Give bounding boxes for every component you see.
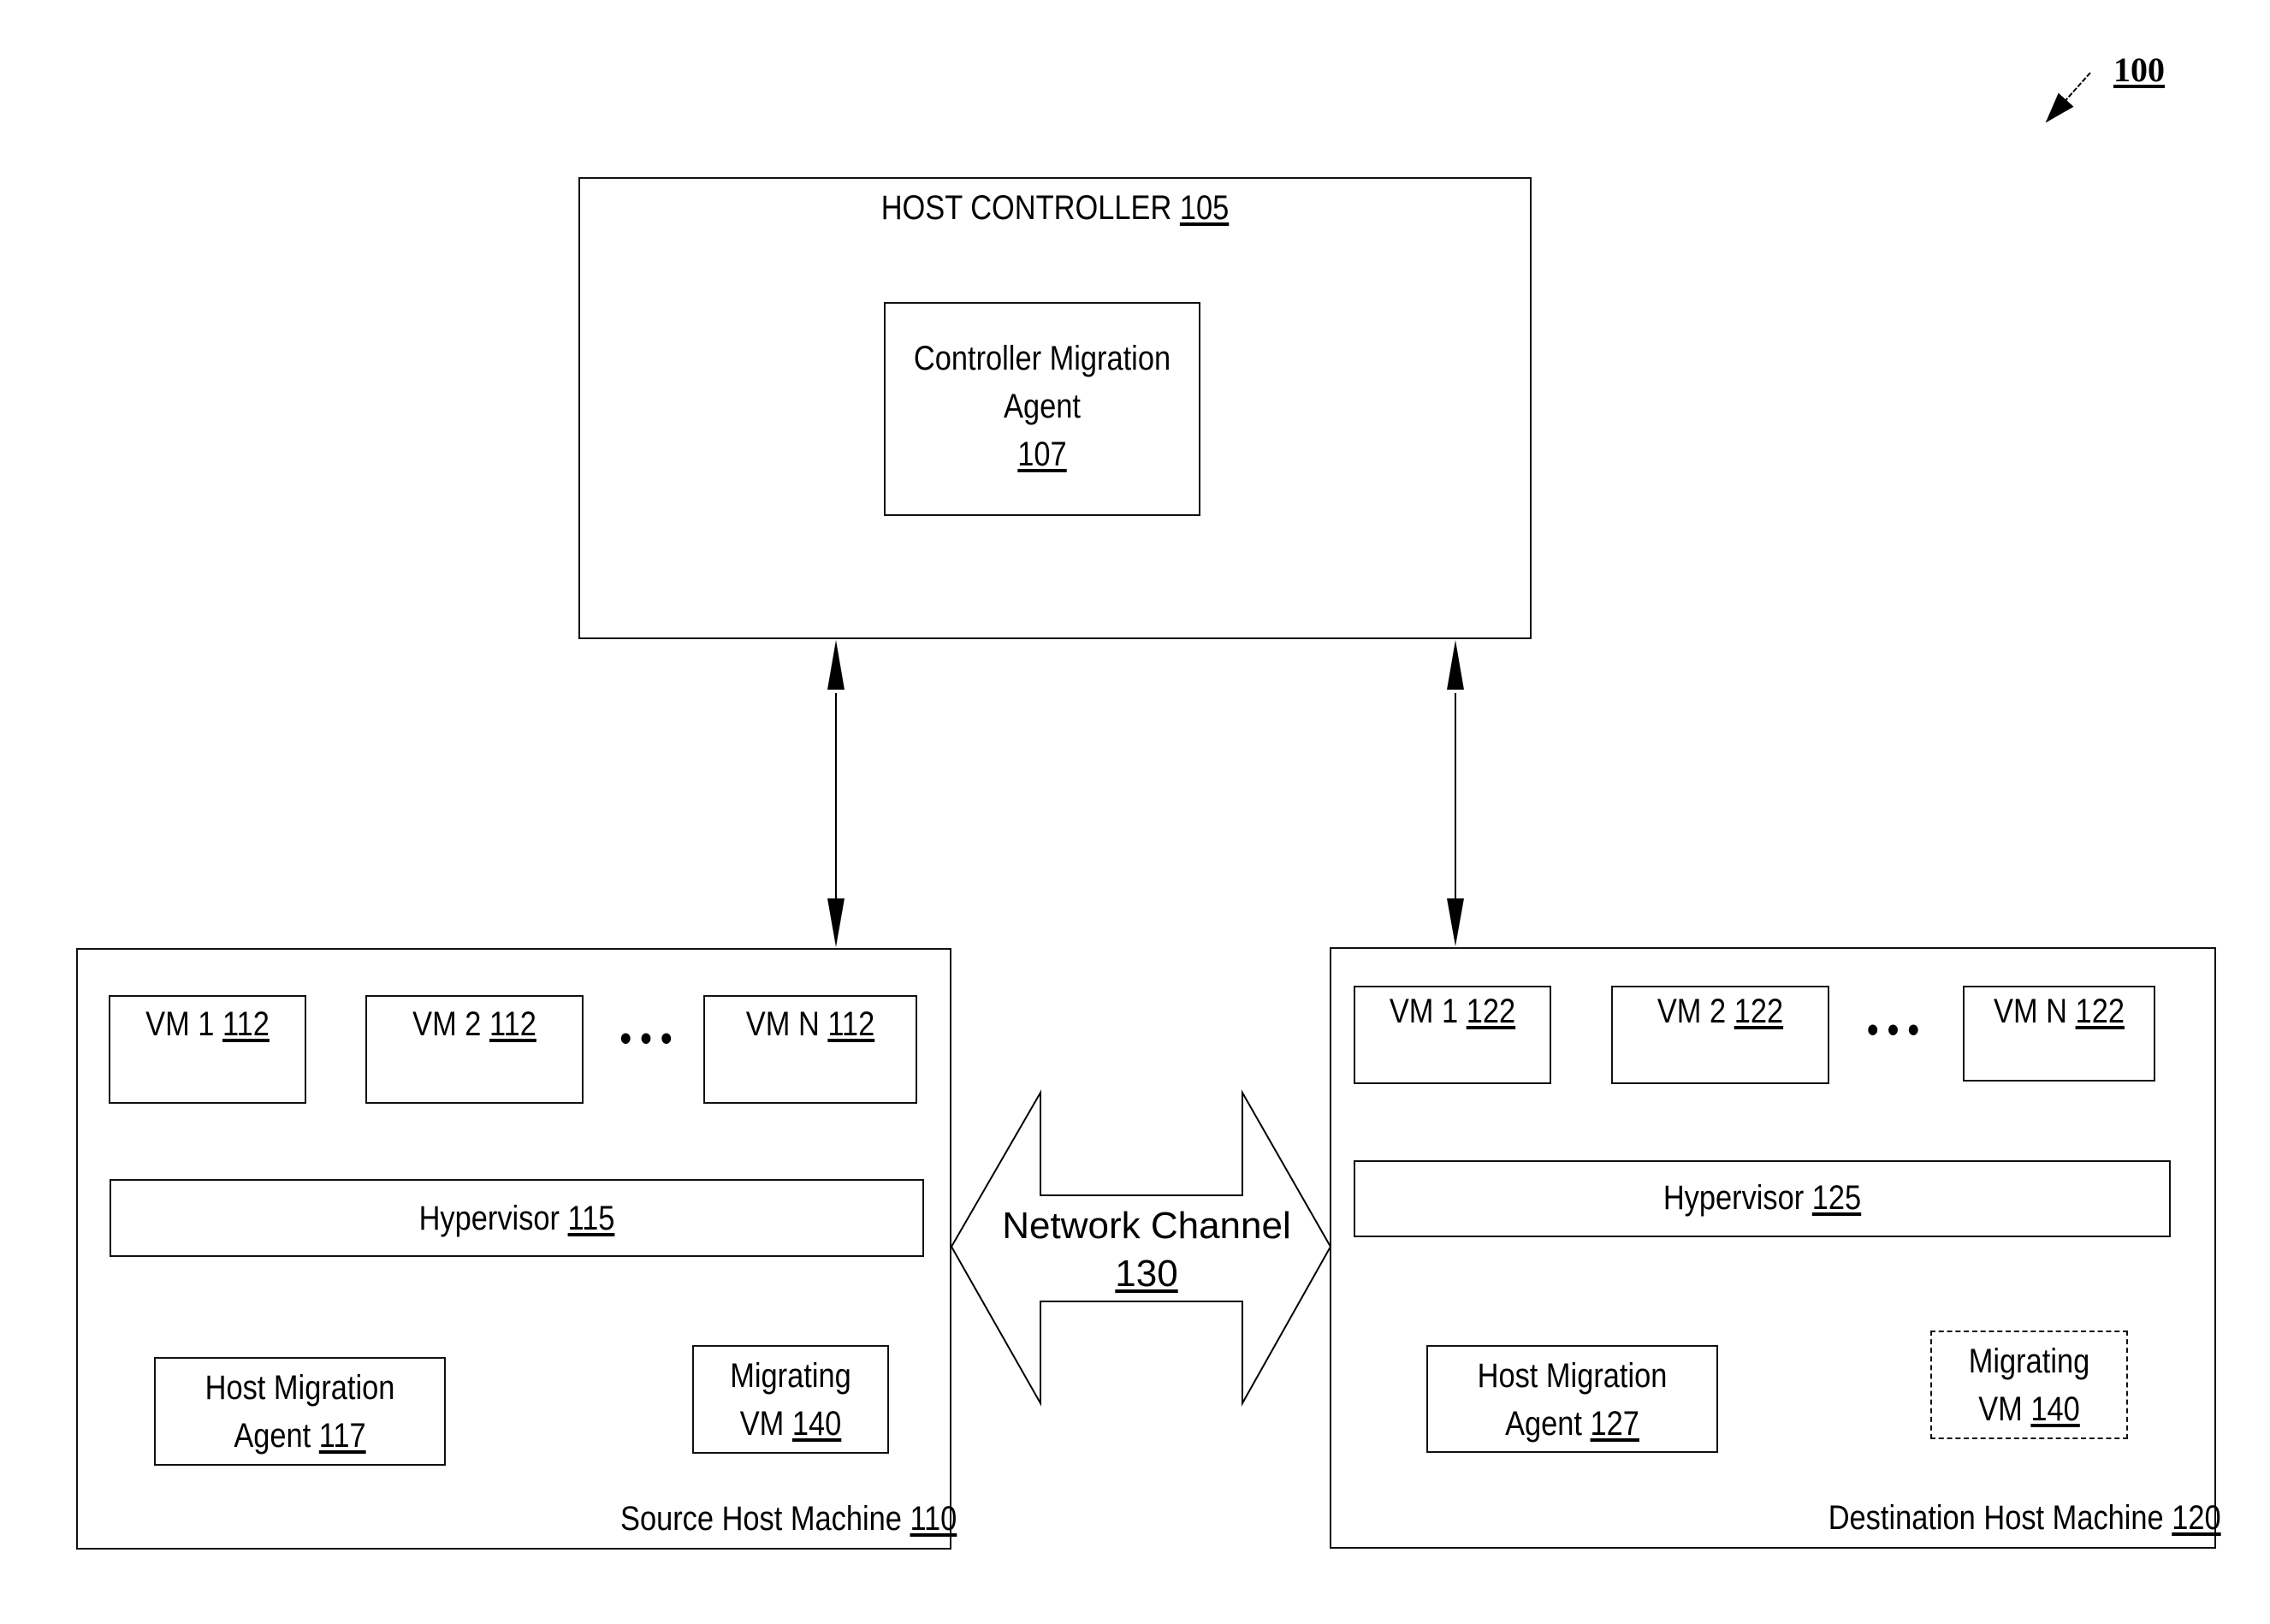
host-controller-title-text: HOST CONTROLLER [880,189,1172,227]
destination-host-migration-agent[interactable]: Host Migration Agent 127 [1426,1345,1718,1453]
source-vm-2[interactable]: VM 2 112 [365,995,584,1104]
arrowhead-down-icon [1447,898,1464,946]
figure-ref-arrow [2045,72,2091,123]
arrowhead-down-icon [827,898,845,947]
migrating-vm-ref: 140 [791,1405,842,1443]
network-channel-label: Network Channel 130 [975,1202,1318,1298]
migrating-vm-line2: VM [1978,1390,2023,1428]
vm-ref: 112 [222,1005,270,1043]
host-controller-title: HOST CONTROLLER 105 [647,186,1464,230]
agent-line2: Agent [234,1417,311,1455]
vm-label: VM 1 122 [1369,989,1536,1034]
source-host-migration-agent[interactable]: Host Migration Agent 117 [154,1357,446,1466]
hypervisor-name: Hypervisor [418,1200,560,1237]
vm-label: VM N 122 [1977,989,2140,1034]
destination-host-label: Destination Host Machine 120 [1828,1496,2221,1540]
agent-ref: 117 [318,1417,366,1455]
network-channel-ref: 130 [1115,1253,1178,1295]
hypervisor-ref: 125 [1811,1179,1862,1217]
source-host-label: Source Host Machine 110 [620,1497,957,1541]
figure-ref: 100 [2113,50,2165,89]
migrating-vm-label: Migrating VM 140 [708,1352,874,1448]
destination-host-label-text: Destination Host Machine [1828,1499,2165,1537]
agent-label: Host Migration Agent 117 [176,1364,424,1460]
network-channel-text: Network Channel [1002,1205,1291,1247]
agent-line2: Agent [1004,388,1081,425]
destination-vm-2[interactable]: VM 2 122 [1611,986,1829,1084]
vm-ref: 112 [827,1005,875,1043]
host-controller-ref: 105 [1179,189,1230,227]
migrating-vm-line1: Migrating [730,1357,851,1395]
vm-name: VM 2 [412,1005,482,1043]
vm-name: VM 2 [1657,993,1727,1030]
migrating-vm-ref: 140 [2030,1390,2080,1428]
hypervisor-label: Hypervisor 115 [168,1196,865,1241]
vm-label: VM 1 112 [124,1002,291,1046]
source-migrating-vm[interactable]: Migrating VM 140 [692,1345,889,1454]
agent-ref: 107 [1017,436,1067,473]
source-host-ref: 110 [910,1500,957,1538]
source-vm-1[interactable]: VM 1 112 [109,995,306,1104]
hypervisor-ref: 115 [567,1200,615,1237]
vm-ref: 122 [1734,993,1784,1030]
source-vm-ellipsis: • • • [619,1017,673,1059]
controller-migration-agent-label: Controller Migration Agent 107 [908,335,1177,478]
vm-ref: 122 [2075,993,2125,1030]
destination-vm-1[interactable]: VM 1 122 [1354,986,1551,1084]
source-host-label-text: Source Host Machine [619,1500,902,1538]
vm-ref: 122 [1466,993,1516,1030]
agent-line1: Controller Migration [913,340,1171,377]
vm-name: VM 1 [145,1005,215,1043]
destination-migrating-vm[interactable]: Migrating VM 140 [1930,1331,2128,1439]
agent-line1: Host Migration [204,1369,395,1407]
migrating-vm-line2: VM [739,1405,785,1443]
agent-line2: Agent [1505,1405,1582,1443]
source-vm-n[interactable]: VM N 112 [703,995,917,1104]
controller-migration-agent[interactable]: Controller Migration Agent 107 [884,302,1200,516]
agent-ref: 127 [1590,1405,1639,1443]
vm-label: VM 2 122 [1628,989,1813,1034]
destination-vm-n[interactable]: VM N 122 [1963,986,2155,1082]
vm-name: VM 1 [1389,993,1459,1030]
vm-name: VM N [745,1005,820,1043]
migrating-vm-label: Migrating VM 140 [1946,1337,2113,1433]
arrowhead-up-icon [1447,640,1464,690]
destination-host-ref: 120 [2172,1499,2221,1537]
vm-label: VM 2 112 [382,1002,567,1046]
vm-label: VM N 112 [720,1002,901,1046]
hypervisor-name: Hypervisor [1662,1179,1805,1217]
migrating-vm-line1: Migrating [1968,1342,2090,1380]
arrowhead-up-icon [827,640,845,690]
vm-ref: 112 [489,1005,536,1043]
vm-name: VM N [1994,993,2068,1030]
destination-hypervisor[interactable]: Hypervisor 125 [1354,1160,2171,1237]
source-hypervisor[interactable]: Hypervisor 115 [110,1179,924,1257]
hypervisor-label: Hypervisor 125 [1413,1176,2113,1220]
agent-line1: Host Migration [1477,1357,1668,1395]
agent-label: Host Migration Agent 127 [1449,1352,1697,1448]
destination-vm-ellipsis: • • • [1867,1009,1919,1051]
